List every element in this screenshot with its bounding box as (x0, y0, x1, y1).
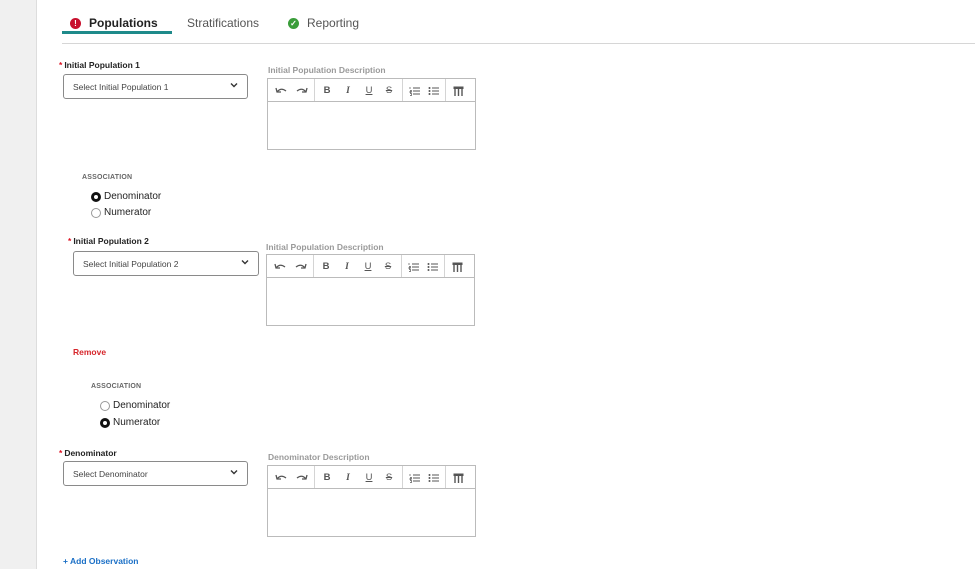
required-mark: * (59, 60, 63, 70)
toolbar-separator (445, 79, 446, 101)
tab-stratifications-label: Stratifications (187, 16, 260, 30)
ordered-list-icon[interactable] (407, 469, 421, 486)
initial-population-1-description-input[interactable] (268, 102, 475, 149)
denominator-select[interactable]: Select Denominator (63, 461, 248, 486)
association-radio-denominator[interactable]: Denominator (91, 191, 161, 202)
toolbar-separator (401, 255, 402, 277)
undo-icon[interactable] (273, 469, 289, 486)
tab-bar: ! Populations Stratifications ✓ Reportin… (62, 0, 975, 44)
denominator-description-input[interactable] (268, 489, 475, 536)
active-tab-indicator (62, 31, 172, 34)
toolbar-separator (314, 79, 315, 101)
initial-population-1-select[interactable]: Select Initial Population 1 (63, 74, 248, 99)
chevron-down-icon (230, 470, 238, 475)
ordered-list-icon[interactable] (406, 258, 420, 275)
denominator-description-label: Denominator Description (268, 452, 370, 462)
initial-population-2-label: * Initial Population 2 (68, 236, 149, 246)
table-icon[interactable] (451, 82, 465, 99)
tab-reporting[interactable]: ✓ Reporting (288, 12, 359, 34)
italic-button[interactable]: I (340, 258, 354, 275)
initial-population-2-description-editor: B I U S (266, 254, 475, 326)
toolbar-separator (444, 255, 445, 277)
rail-divider (36, 0, 37, 569)
tab-stratifications[interactable]: Stratifications (187, 12, 259, 34)
add-observation-link[interactable]: + Add Observation (63, 556, 139, 566)
association-radio-numerator[interactable]: Numerator (100, 417, 160, 428)
italic-button[interactable]: I (341, 469, 355, 486)
required-mark: * (59, 448, 63, 458)
initial-population-2-label-text: Initial Population 2 (73, 236, 149, 246)
chevron-down-icon (241, 260, 249, 265)
toolbar-separator (445, 466, 446, 488)
association-title: ASSOCIATION (91, 383, 142, 390)
radio-unchecked (91, 207, 101, 218)
initial-population-2-description-input[interactable] (267, 278, 474, 325)
underline-button[interactable]: U (362, 469, 376, 486)
redo-icon[interactable] (294, 469, 310, 486)
radio-label: Denominator (113, 400, 171, 411)
initial-population-1-select-value: Select Initial Population 1 (73, 81, 169, 92)
strikethrough-button[interactable]: S (382, 82, 396, 99)
initial-population-1-label-text: Initial Population 1 (64, 60, 140, 70)
undo-icon[interactable] (273, 82, 289, 99)
left-rail (0, 0, 36, 569)
undo-icon[interactable] (272, 258, 288, 275)
italic-button[interactable]: I (341, 82, 355, 99)
tab-reporting-label: Reporting (307, 16, 360, 30)
bullet-list-icon[interactable] (425, 258, 439, 275)
bold-button[interactable]: B (319, 258, 333, 275)
toolbar-separator (402, 79, 403, 101)
bold-button[interactable]: B (320, 469, 334, 486)
denominator-label-text: Denominator (64, 448, 117, 458)
initial-population-2-select[interactable]: Select Initial Population 2 (73, 251, 259, 276)
error-icon: ! (70, 17, 81, 29)
bullet-list-icon[interactable] (426, 82, 440, 99)
radio-checked (91, 191, 101, 202)
association-radio-numerator[interactable]: Numerator (91, 207, 151, 218)
redo-icon[interactable] (294, 82, 310, 99)
required-mark: * (68, 236, 72, 246)
denominator-select-value: Select Denominator (73, 468, 148, 479)
table-icon[interactable] (450, 258, 464, 275)
association-radio-denominator[interactable]: Denominator (100, 400, 170, 411)
association-title: ASSOCIATION (82, 174, 133, 181)
radio-label: Numerator (104, 207, 152, 218)
strikethrough-button[interactable]: S (381, 258, 395, 275)
table-icon[interactable] (451, 469, 465, 486)
toolbar-separator (313, 255, 314, 277)
denominator-label: * Denominator (59, 448, 117, 458)
radio-unchecked (100, 400, 110, 411)
initial-population-2-select-value: Select Initial Population 2 (83, 258, 179, 269)
strikethrough-button[interactable]: S (382, 469, 396, 486)
initial-population-1-description-editor: B I U S (267, 78, 476, 150)
underline-button[interactable]: U (362, 82, 376, 99)
bullet-list-icon[interactable] (426, 469, 440, 486)
ordered-list-icon[interactable] (407, 82, 421, 99)
underline-button[interactable]: U (361, 258, 375, 275)
editor-toolbar: B I U S (267, 255, 474, 278)
radio-label: Numerator (113, 417, 161, 428)
tab-populations-label: Populations (89, 16, 158, 30)
initial-population-1-description-label: Initial Population Description (268, 65, 386, 75)
editor-toolbar: B I U S (268, 79, 475, 102)
radio-checked (100, 417, 110, 428)
remove-population-2-link[interactable]: Remove (73, 347, 106, 357)
editor-toolbar: B I U S (268, 466, 475, 489)
redo-icon[interactable] (293, 258, 309, 275)
check-icon: ✓ (288, 17, 299, 29)
initial-population-2-description-label: Initial Population Description (266, 242, 384, 252)
chevron-down-icon (230, 83, 238, 88)
toolbar-separator (314, 466, 315, 488)
initial-population-1-label: * Initial Population 1 (59, 60, 140, 70)
toolbar-separator (402, 466, 403, 488)
radio-label: Denominator (104, 191, 162, 202)
bold-button[interactable]: B (320, 82, 334, 99)
denominator-description-editor: B I U S (267, 465, 476, 537)
